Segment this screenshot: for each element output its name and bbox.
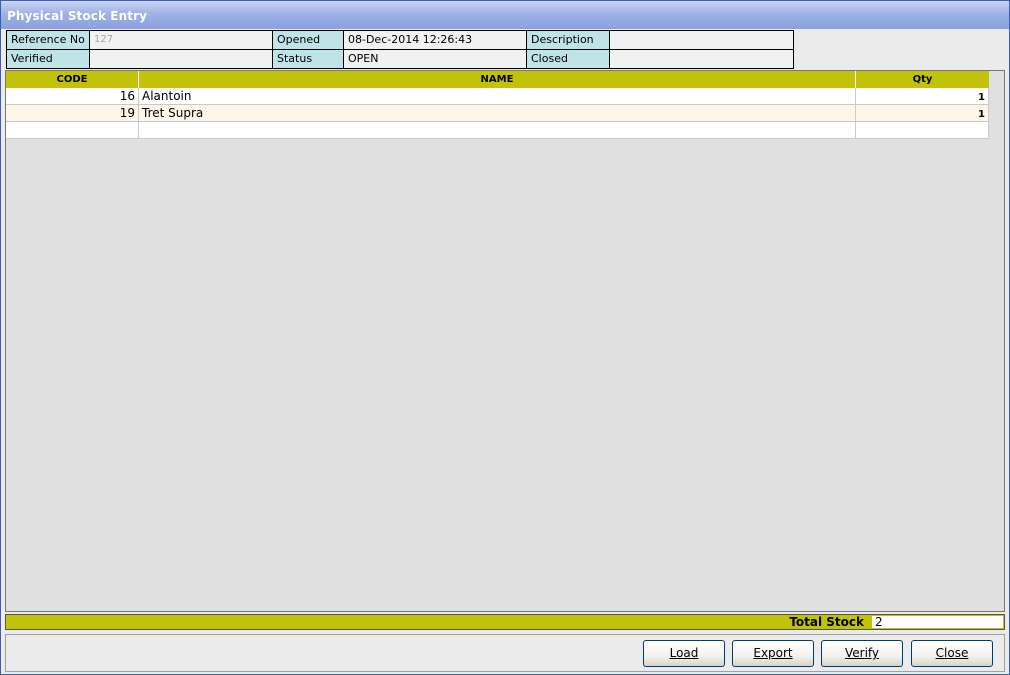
load-button[interactable]: Load [643,640,725,667]
export-button[interactable]: Export [732,640,814,667]
cell-qty[interactable]: 1 [856,105,989,122]
opened-label: Opened [273,31,343,49]
close-button[interactable]: Close [911,640,993,667]
total-stock-label: Total Stock [789,615,864,629]
stock-grid[interactable]: CODE NAME Qty 16 Alantoin 1 19 Tret Supr… [5,70,1005,612]
status-field[interactable]: OPEN [344,50,526,68]
total-stock-bar: Total Stock 2 [5,614,1005,630]
cell-qty[interactable] [856,122,989,139]
cell-code[interactable]: 19 [6,105,139,122]
column-header-code[interactable]: CODE [6,71,139,88]
table-row[interactable]: 16 Alantoin 1 [6,88,989,105]
status-label: Status [273,50,343,68]
cell-name[interactable]: Alantoin [139,88,856,105]
column-header-qty[interactable]: Qty [856,71,989,88]
reference-no-field[interactable]: 127 [90,31,272,49]
cell-code[interactable] [6,122,139,139]
title-bar[interactable]: Physical Stock Entry [1,1,1009,29]
cell-name[interactable]: Tret Supra [139,105,856,122]
button-bar: Load Export Verify Close [5,634,1005,672]
description-field[interactable] [610,31,793,49]
total-stock-value: 2 [872,616,1003,628]
closed-field[interactable] [610,50,793,68]
physical-stock-entry-window: Physical Stock Entry Reference No 127 Op… [0,0,1010,675]
opened-field[interactable]: 08-Dec-2014 12:26:43 [344,31,526,49]
cell-qty[interactable]: 1 [856,88,989,105]
window-title: Physical Stock Entry [7,9,148,23]
column-header-name[interactable]: NAME [139,71,856,88]
closed-label: Closed [527,50,609,68]
reference-no-label: Reference No [7,31,89,49]
table-row[interactable]: 19 Tret Supra 1 [6,105,989,122]
verified-label: Verified [7,50,89,68]
header-info-panel: Reference No 127 Opened 08-Dec-2014 12:2… [6,30,794,69]
table-row-new[interactable] [6,122,989,139]
cell-name[interactable] [139,122,856,139]
verified-field[interactable] [90,50,272,68]
description-label: Description [527,31,609,49]
grid-header: CODE NAME Qty [6,71,989,88]
verify-button[interactable]: Verify [821,640,903,667]
cell-code[interactable]: 16 [6,88,139,105]
